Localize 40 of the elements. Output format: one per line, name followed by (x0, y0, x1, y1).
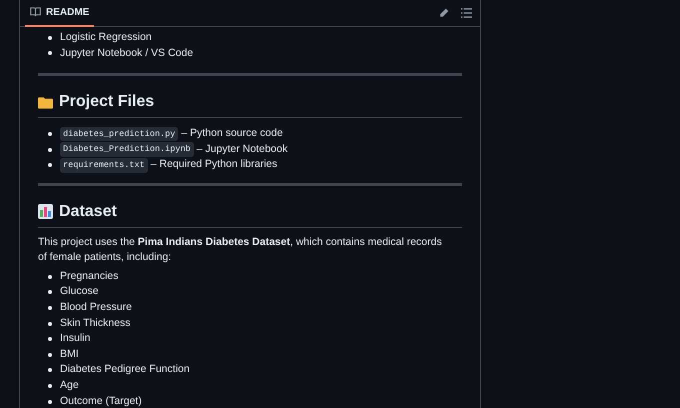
bullet-icon (48, 132, 52, 136)
list-item-text: Glucose (60, 284, 99, 300)
bullet-icon (48, 51, 52, 56)
bullet-icon (48, 36, 52, 40)
pencil-icon[interactable] (439, 8, 449, 18)
bullet-icon (48, 337, 52, 342)
list-item-text: Pregnancies (60, 268, 118, 284)
list-item-text: Skin Thickness (60, 316, 130, 331)
bullet-icon (48, 368, 52, 372)
bullet-icon (48, 274, 52, 279)
list-item-text: Logistic Regression (60, 30, 152, 45)
section-heading: Dataset (59, 202, 117, 222)
section-heading: Project Files (59, 92, 154, 112)
file-description: – Required Python libraries (150, 157, 278, 172)
file-description: – Python source code (181, 126, 283, 142)
file-name: diabetes_prediction.py (60, 126, 178, 142)
file-name: Diabetes_Prediction.ipynb (60, 142, 194, 157)
list-item-text: Age (60, 378, 79, 394)
bullet-icon (48, 163, 52, 168)
bar-chart-icon (38, 204, 53, 220)
list-item-text: BMI (60, 346, 79, 362)
dataset-paragraph: This project uses the Pima Indians Diabetes Dataset, which contains medical records of female patients, including: (38, 234, 443, 266)
list-item-text: Insulin (60, 331, 90, 346)
bullet-icon (48, 306, 52, 310)
file-name: requirements.txt (60, 158, 148, 173)
bullet-icon (48, 322, 52, 326)
list-item-text: Blood Pressure (60, 300, 132, 316)
bullet-icon (48, 352, 52, 357)
bullet-icon (48, 384, 52, 388)
bullet-icon (48, 290, 52, 294)
list-item-text: Diabetes Pedigree Function (60, 362, 190, 378)
readme-tab[interactable]: README (25, 0, 94, 26)
list-item-text: Outcome (Target) (60, 394, 142, 408)
file-description: – Jupyter Notebook (196, 142, 288, 157)
bullet-icon (48, 400, 52, 404)
book-icon (30, 7, 41, 17)
folder-icon (38, 96, 53, 109)
list-icon[interactable] (461, 8, 472, 18)
bullet-icon (48, 148, 52, 152)
list-item-text: Jupyter Notebook / VS Code (60, 46, 194, 61)
